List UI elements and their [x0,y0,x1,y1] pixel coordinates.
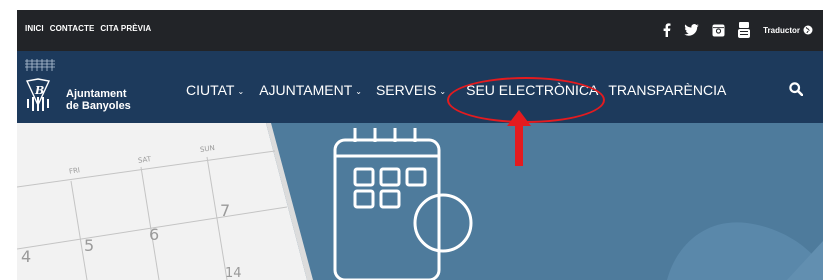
coat-of-arms-icon: B [25,59,55,111]
top-utility-bar: INICI CONTACTE CITA PRÈVIA Traductor [17,10,823,51]
twitter-icon[interactable] [684,24,699,36]
nav-item-transparencia[interactable]: TRANSPARÈNCIA [608,82,726,98]
nav-item-label: SEU ELECTRÒNICA [466,82,599,98]
youtube-icon[interactable] [738,22,751,38]
page-frame: INICI CONTACTE CITA PRÈVIA Traductor B A… [17,10,823,280]
brand-name: Ajuntament de Banyoles [66,88,131,112]
svg-text:B: B [34,84,44,97]
top-links: INICI CONTACTE CITA PRÈVIA [25,24,151,33]
main-navigation: B Ajuntament de Banyoles CIUTAT ⌄ AJUNTA… [17,51,823,123]
site-logo[interactable]: B Ajuntament de Banyoles [23,57,163,117]
brand-line1: Ajuntament [66,88,127,100]
nav-item-label: SERVEIS [375,82,437,98]
nav-item-seu-electronica[interactable]: SEU ELECTRÒNICA [466,82,598,98]
nav-item-serveis[interactable]: SERVEIS ⌄ [376,82,446,98]
hero-banner: FRI SAT SUN 4 5 6 7 14 [17,123,823,280]
search-icon[interactable] [789,82,804,101]
main-menu: CIUTAT ⌄ AJUNTAMENT ⌄ SERVEIS ⌄ SEU ELEC… [186,82,726,98]
top-link-inici[interactable]: INICI [25,24,44,33]
translator-button[interactable]: Traductor [763,25,813,35]
nav-item-ajuntament[interactable]: AJUNTAMENT ⌄ [259,82,362,98]
chevron-down-icon: ⌄ [237,86,245,96]
calendar-illustration [17,123,823,280]
top-link-cita-previa[interactable]: CITA PRÈVIA [100,24,151,33]
facebook-icon[interactable] [663,23,671,37]
instagram-icon[interactable] [712,24,725,37]
top-link-contacte[interactable]: CONTACTE [50,24,95,33]
nav-item-label: TRANSPARÈNCIA [608,82,727,98]
nav-item-label: CIUTAT [186,82,235,98]
chevron-down-icon: ⌄ [439,86,447,96]
social-links: Traductor [663,20,813,40]
calendar-clock-icon [333,128,473,280]
globe-icon [803,25,813,35]
nav-item-label: AJUNTAMENT [259,82,353,98]
nav-item-ciutat[interactable]: CIUTAT ⌄ [186,82,244,98]
chevron-down-icon: ⌄ [355,86,362,96]
translator-label: Traductor [763,25,800,35]
brand-line2: de Banyoles [66,100,131,112]
